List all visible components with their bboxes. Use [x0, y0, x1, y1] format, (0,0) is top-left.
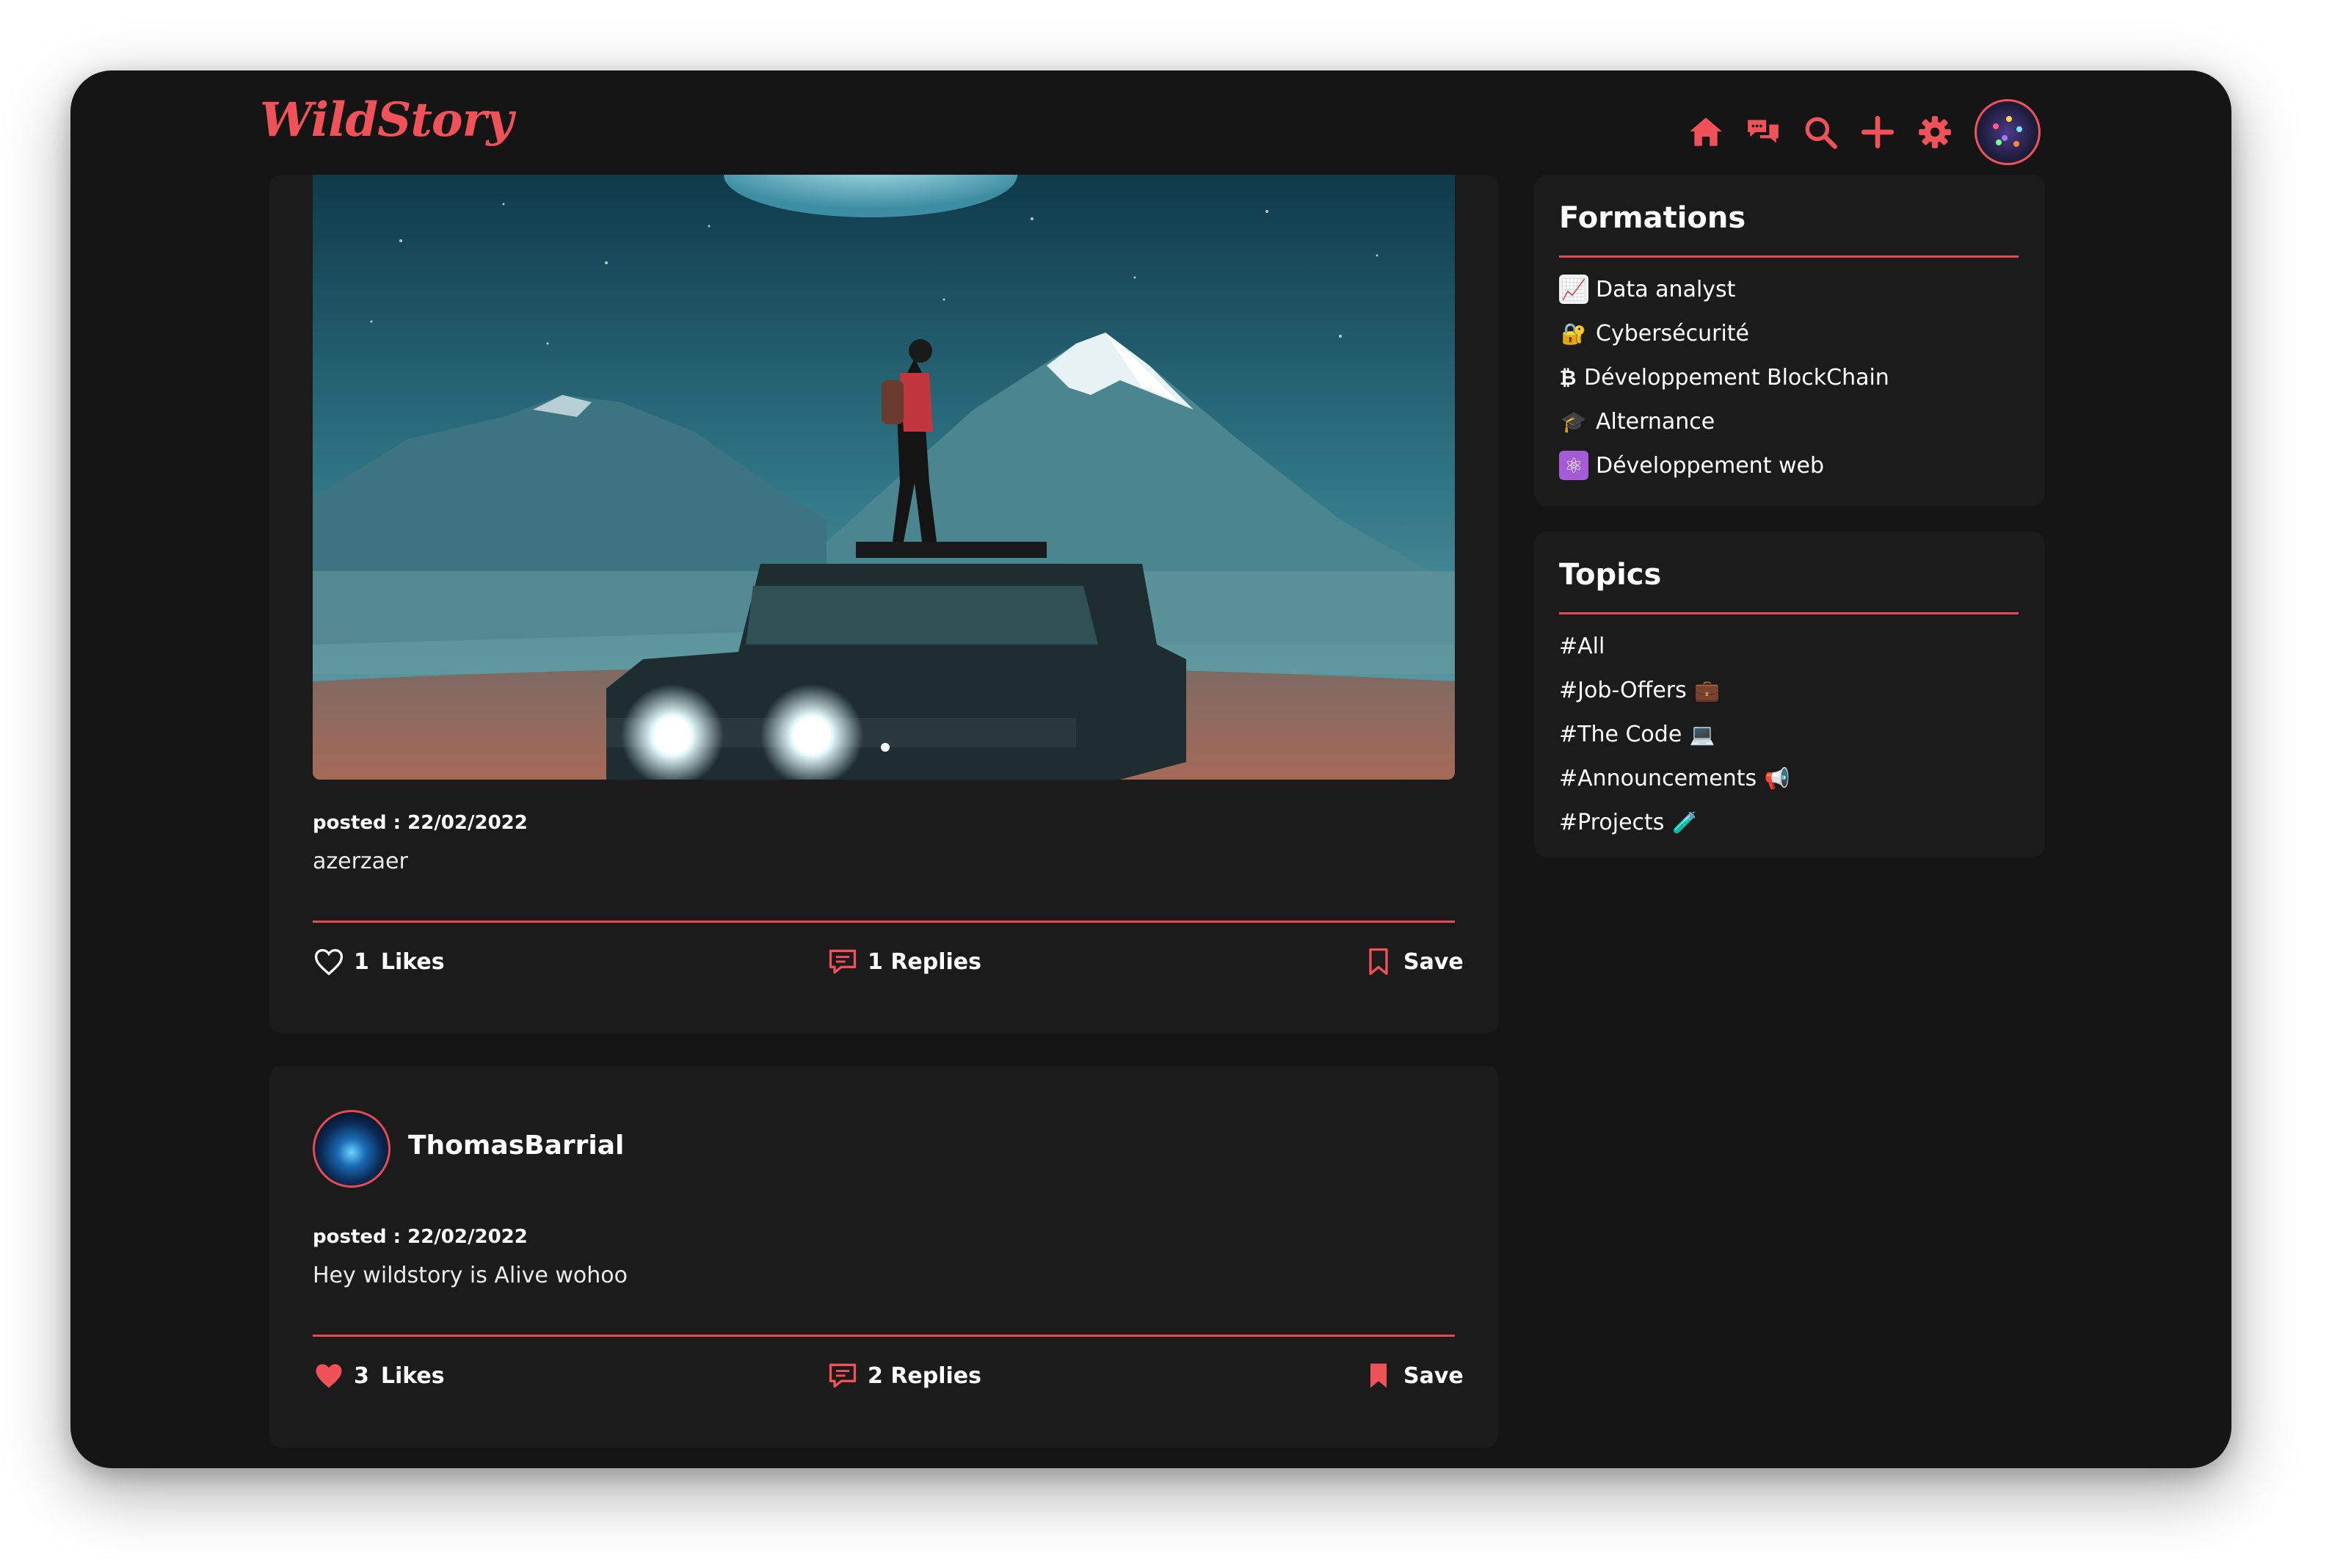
app-window: WildStory posted: 22/02/2022 azerzaer 1…: [70, 70, 2231, 1468]
formations-title: Formations: [1559, 201, 1746, 235]
post-image[interactable]: [313, 175, 1455, 780]
formation-label: Alternance: [1596, 408, 1715, 435]
replies-label: 1 Replies: [868, 948, 982, 975]
replies-label: 2 Replies: [868, 1362, 982, 1389]
topic-item-job-offers[interactable]: #Job-Offers 💼: [1559, 668, 1792, 712]
comment-icon: [829, 1363, 857, 1388]
formation-label: Data analyst: [1596, 276, 1736, 302]
formation-label: Cybersécurité: [1596, 320, 1750, 346]
topic-item-the-code[interactable]: #The Code 💻: [1559, 712, 1792, 756]
post-date: posted : 22/02/2022: [313, 812, 528, 834]
formation-label: Développement BlockChain: [1584, 364, 1889, 391]
post-divider: [313, 921, 1455, 923]
gear-icon[interactable]: [1914, 112, 1955, 153]
topic-item-all[interactable]: #All: [1559, 624, 1792, 668]
user-avatar-button[interactable]: [1975, 99, 2041, 165]
top-nav: [1685, 99, 2041, 165]
likes-label: Likes: [380, 1362, 445, 1389]
post-card: ThomasBarrial posted : 22/02/2022 Hey wi…: [269, 1066, 1499, 1448]
heart-filled-icon: [316, 1364, 342, 1388]
replies-button[interactable]: 1 Replies: [827, 945, 981, 978]
topic-label: #The Code: [1559, 721, 1682, 747]
post-content: Hey wildstory is Alive wohoo: [313, 1263, 628, 1288]
save-button[interactable]: Save: [1362, 945, 1464, 978]
like-button[interactable]: 1 Likes: [313, 945, 445, 978]
formation-item-dev-web[interactable]: ⚛ Développement web: [1559, 443, 1889, 487]
topics-panel: Topics #All #Job-Offers 💼 #The Code 💻 #A…: [1534, 531, 2045, 857]
briefcase-icon: 💼: [1694, 678, 1721, 703]
plus-icon[interactable]: [1857, 112, 1898, 153]
formation-item-cybersecurite[interactable]: 🔐 Cybersécurité: [1559, 311, 1889, 355]
formations-list: 📈 Data analyst 🔐 Cybersécurité ₿ Dévelop…: [1559, 267, 1889, 487]
author-avatar[interactable]: [313, 1110, 391, 1188]
save-button[interactable]: Save: [1362, 1360, 1464, 1392]
search-icon[interactable]: [1800, 112, 1841, 153]
post-content: azerzaer: [313, 849, 408, 874]
likes-count: 1: [354, 948, 369, 975]
megaphone-icon: 📢: [1764, 766, 1790, 791]
post-card: posted : 22/02/2022 azerzaer 1 Likes 1 R…: [269, 175, 1499, 1034]
app-logo[interactable]: WildStory: [260, 92, 513, 148]
post-date: posted : 22/02/2022: [313, 1226, 528, 1248]
formations-panel: Formations 📈 Data analyst 🔐 Cybersécurit…: [1534, 175, 2045, 507]
atom-icon: ⚛: [1559, 451, 1588, 480]
formation-label: Développement web: [1596, 452, 1825, 479]
chart-icon: 📈: [1559, 275, 1588, 304]
formation-item-data-analyst[interactable]: 📈 Data analyst: [1559, 267, 1889, 311]
topics-title: Topics: [1559, 558, 1662, 592]
topic-item-announcements[interactable]: #Announcements 📢: [1559, 756, 1792, 800]
save-label: Save: [1403, 1362, 1464, 1389]
comment-icon: [829, 949, 857, 974]
topic-item-projects[interactable]: #Projects 🧪: [1559, 800, 1792, 844]
topics-divider: [1559, 612, 2019, 614]
laptop-icon: 💻: [1689, 722, 1715, 747]
topic-label: #Announcements: [1559, 765, 1757, 791]
topic-label: #Job-Offers: [1559, 677, 1687, 703]
chat-icon[interactable]: [1743, 112, 1784, 153]
topics-list: #All #Job-Offers 💼 #The Code 💻 #Announce…: [1559, 624, 1792, 844]
save-label: Save: [1403, 948, 1464, 975]
formation-item-blockchain[interactable]: ₿ Développement BlockChain: [1559, 355, 1889, 399]
topic-label: #All: [1559, 633, 1605, 659]
top-bar: WildStory: [70, 70, 2231, 176]
post-divider: [313, 1335, 1455, 1337]
author-name[interactable]: ThomasBarrial: [408, 1130, 624, 1161]
bookmark-outline-icon: [1369, 948, 1388, 976]
graduation-cap-icon: 🎓: [1561, 409, 1587, 434]
likes-count: 3: [354, 1362, 369, 1389]
likes-label: Likes: [380, 948, 445, 975]
heart-outline-icon: [314, 948, 344, 976]
topic-label: #Projects: [1559, 809, 1665, 835]
formation-item-alternance[interactable]: 🎓 Alternance: [1559, 399, 1889, 443]
like-button[interactable]: 3 Likes: [313, 1360, 445, 1392]
test-tube-icon: 🧪: [1671, 810, 1698, 835]
bookmark-filled-icon: [1370, 1363, 1387, 1388]
replies-button[interactable]: 2 Replies: [827, 1360, 981, 1392]
home-icon[interactable]: [1685, 112, 1726, 153]
formations-divider: [1559, 255, 2019, 258]
lock-icon: 🔐: [1561, 321, 1587, 346]
bitcoin-icon: ₿: [1559, 365, 1577, 390]
